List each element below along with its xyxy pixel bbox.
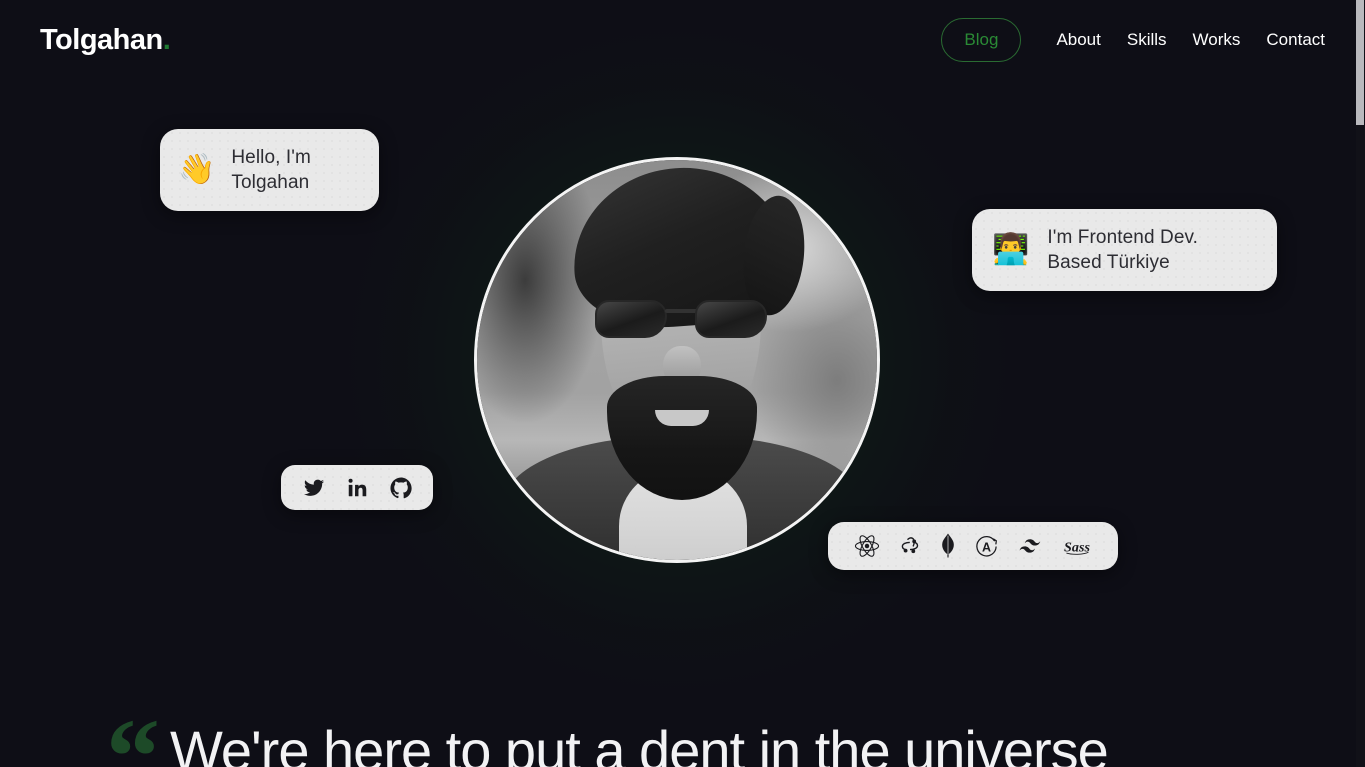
linkedin-icon[interactable]: [347, 477, 368, 498]
waving-hand-emoji: 👋: [178, 153, 216, 186]
technologist-emoji: 👨‍💻: [992, 233, 1030, 266]
nav-item-skills[interactable]: Skills: [1114, 30, 1180, 50]
scrollbar-thumb[interactable]: [1356, 0, 1364, 125]
brand-dot: .: [162, 23, 171, 56]
tech-stack: A Sass: [828, 522, 1118, 570]
badge-role-text: I'm Frontend Dev. Based Türkiye: [1047, 226, 1199, 273]
hero-quote: “ We're here to put a dent in the univer…: [0, 700, 1365, 767]
nav-item-blog[interactable]: Blog: [941, 18, 1022, 62]
quote-text: We're here to put a dent in the universe: [170, 719, 1109, 767]
quote-mark-icon: “: [106, 698, 160, 767]
mongodb-icon[interactable]: [940, 533, 956, 559]
social-links: [281, 465, 433, 510]
brand-logo[interactable]: Tolgahan.: [40, 23, 171, 57]
main-nav: Blog About Skills Works Contact: [941, 18, 1325, 62]
badge-hello: 👋 Hello, I'm Tolgahan: [160, 129, 379, 211]
avatar-sunglasses: [595, 300, 767, 340]
site-header: Tolgahan. Blog About Skills Works Contac…: [0, 0, 1365, 80]
nav-item-about[interactable]: About: [1043, 30, 1113, 50]
twitter-icon[interactable]: [303, 477, 325, 499]
sass-icon[interactable]: Sass: [1062, 535, 1092, 557]
antdesign-icon[interactable]: A: [974, 534, 999, 559]
svg-text:A: A: [982, 540, 991, 554]
nav-item-works[interactable]: Works: [1180, 30, 1254, 50]
badge-hello-text: Hello, I'm Tolgahan: [231, 146, 311, 193]
brand-name: Tolgahan: [40, 23, 163, 56]
tailwind-icon[interactable]: [1017, 537, 1044, 555]
github-icon[interactable]: [389, 477, 412, 499]
nav-item-contact[interactable]: Contact: [1253, 30, 1325, 50]
react-icon[interactable]: [854, 534, 880, 558]
redux-icon[interactable]: [898, 534, 922, 558]
avatar-mouth: [655, 410, 709, 426]
avatar: [474, 157, 880, 563]
avatar-photo: [477, 160, 877, 560]
badge-role: 👨‍💻 I'm Frontend Dev. Based Türkiye: [972, 209, 1277, 291]
